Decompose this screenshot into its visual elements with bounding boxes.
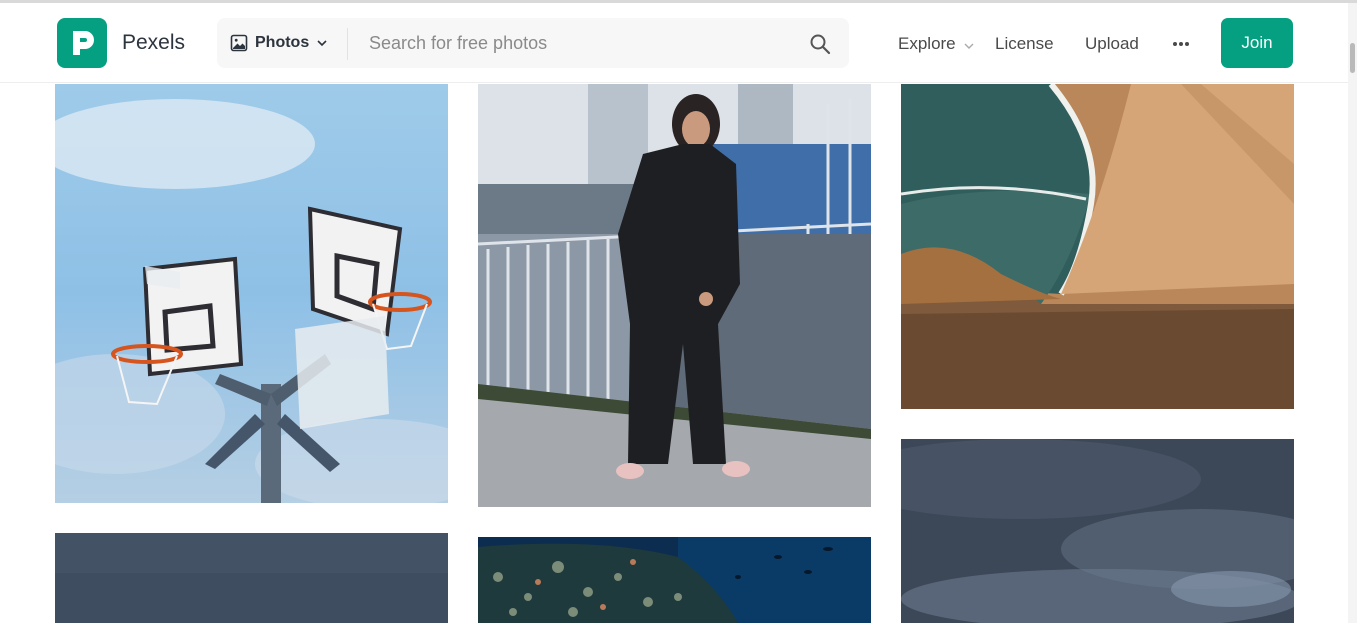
nav-explore[interactable]: Explore: [898, 34, 956, 54]
scrollbar-thumb[interactable]: [1350, 43, 1355, 73]
dark-blue-photo[interactable]: [55, 533, 448, 623]
search-bar: Photos: [217, 18, 849, 68]
page-scrollbar[interactable]: [1348, 3, 1357, 623]
cloudy-sky-photo[interactable]: [901, 439, 1294, 623]
search-input[interactable]: [357, 26, 787, 60]
chevron-down-icon[interactable]: [963, 40, 975, 52]
search-divider: [347, 28, 348, 60]
media-type-dropdown[interactable]: Photos: [217, 18, 347, 68]
pexels-logo-icon[interactable]: [57, 18, 107, 68]
woman-in-black-suit-photo[interactable]: [478, 84, 871, 507]
beach-coastline-photo[interactable]: [901, 84, 1294, 409]
image-icon: [230, 34, 248, 52]
chevron-down-icon: [317, 40, 327, 47]
media-type-label: Photos: [255, 34, 310, 51]
nav-license[interactable]: License: [995, 34, 1054, 54]
basketball-hoops-photo[interactable]: [55, 84, 448, 503]
search-icon[interactable]: [809, 33, 831, 55]
more-horizontal-icon[interactable]: [1172, 41, 1190, 47]
join-button[interactable]: Join: [1221, 18, 1293, 68]
brand-name[interactable]: Pexels: [122, 31, 185, 55]
top-navigation-bar: Pexels Photos Explore License Upload J: [0, 3, 1348, 83]
underwater-reef-photo[interactable]: [478, 537, 871, 623]
nav-upload[interactable]: Upload: [1085, 34, 1139, 54]
